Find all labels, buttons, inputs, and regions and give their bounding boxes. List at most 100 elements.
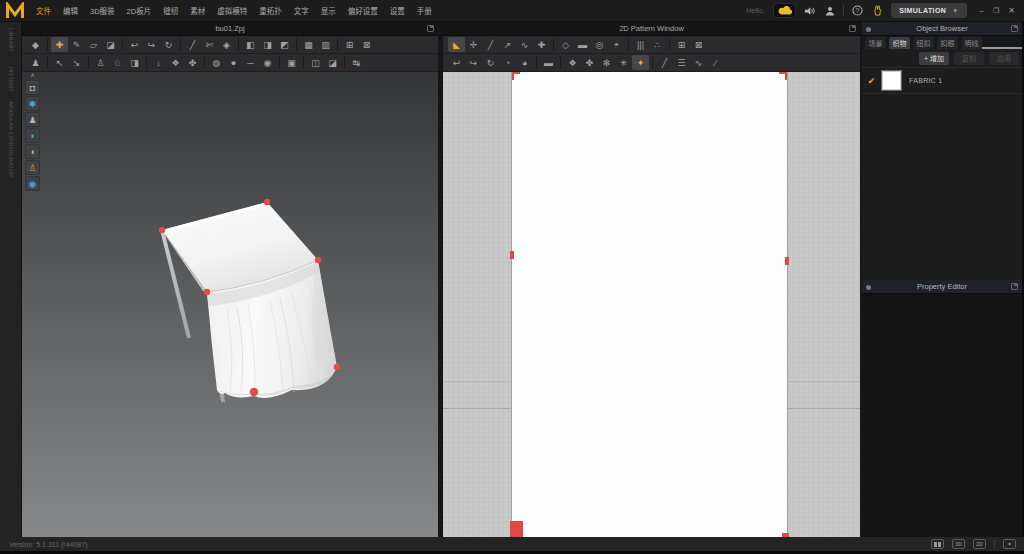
texture-edit-icon[interactable]: ✦ <box>632 55 649 70</box>
dart-icon[interactable]: ◓ <box>608 37 625 52</box>
menu-item-8[interactable]: 文字 <box>288 5 315 16</box>
viewport-3d[interactable]: ∧◘✱♟◗◖♙◉ <box>22 72 438 537</box>
fabric-check-icon[interactable]: ✔ <box>862 76 881 86</box>
document-tab[interactable]: bu01.Zpj <box>215 24 244 33</box>
plane-a-icon[interactable]: ◫ <box>307 55 324 70</box>
pin-roof-front[interactable] <box>204 289 210 295</box>
collapse-toolbar-icon[interactable]: ∧ <box>30 72 34 79</box>
detach-pe-icon[interactable] <box>1011 283 1018 290</box>
minimize-button[interactable]: – <box>980 6 984 15</box>
fabric-a-icon[interactable]: ❖ <box>564 55 581 70</box>
simulation-button[interactable]: SIMULATION ▼ <box>891 3 966 18</box>
measure-icon[interactable]: ↹ <box>348 55 365 70</box>
arrange-b-icon[interactable]: ↘ <box>68 55 85 70</box>
show-cloth-blue-icon[interactable]: ◗ <box>25 128 40 143</box>
menu-item-7[interactable]: 重拓扑 <box>253 5 288 16</box>
mannequin-b-icon[interactable]: ♘ <box>109 55 126 70</box>
polygon-icon[interactable]: ◇ <box>557 37 574 52</box>
2d-view-button[interactable]: 2D <box>973 539 986 549</box>
arrange-a-icon[interactable]: ↖ <box>51 55 68 70</box>
show-head-icon[interactable]: ♙ <box>25 160 40 175</box>
fabric-swatch[interactable] <box>881 70 902 91</box>
notch-icon[interactable]: ▬ <box>540 55 557 70</box>
ob-tab-2[interactable]: 纽扣 <box>913 37 934 49</box>
pin-roof-left[interactable] <box>159 227 165 233</box>
select-move-icon[interactable]: ✚ <box>51 37 68 52</box>
pin-down-icon[interactable]: ↓ <box>150 55 167 70</box>
sew-2d-c-icon[interactable]: ↻ <box>482 55 499 70</box>
pin-pe-icon[interactable] <box>866 285 871 290</box>
menu-item-5[interactable]: 素材 <box>184 5 211 16</box>
curve-line-icon[interactable]: ∿ <box>690 55 707 70</box>
menu-item-10[interactable]: 偏好设置 <box>342 5 384 16</box>
pen-3d-icon[interactable]: ✎ <box>68 37 85 52</box>
menu-item-6[interactable]: 虚拟模特 <box>211 5 253 16</box>
close-button[interactable]: ✕ <box>1008 6 1015 15</box>
ob-tab-4[interactable]: 明线 <box>961 37 982 49</box>
viewport-2d[interactable] <box>443 72 860 537</box>
mannequin-c-icon[interactable]: ◨ <box>126 55 143 70</box>
pattern-piece[interactable] <box>511 72 788 537</box>
layer-a-icon[interactable]: ▦ <box>300 37 317 52</box>
circle-icon[interactable]: ◎ <box>591 37 608 52</box>
pattern-pin-bottom-left[interactable] <box>510 521 523 537</box>
slash-line-icon[interactable]: ⁄ <box>707 55 724 70</box>
rectangle-icon[interactable]: ▬ <box>574 37 591 52</box>
edit-curvature-icon[interactable]: ∿ <box>516 37 533 52</box>
dock-tab-modular-configurator[interactable]: MODULAR CONFIGURATOR <box>8 102 14 177</box>
edit-curve-icon[interactable]: ↗ <box>499 37 516 52</box>
menu-item-3[interactable]: 2D板片 <box>121 5 158 16</box>
fabric-b-icon[interactable]: ✤ <box>581 55 598 70</box>
cloth-b-icon[interactable]: ✤ <box>184 55 201 70</box>
restore-button[interactable]: ❐ <box>993 7 999 15</box>
tape-a-icon[interactable]: ◍ <box>208 55 225 70</box>
sew-free-icon[interactable]: ✄ <box>201 37 218 52</box>
gesture-hand-icon[interactable] <box>871 5 884 16</box>
wind-icon[interactable]: ◧ <box>242 37 259 52</box>
3d-view-button[interactable]: 3D <box>952 539 965 549</box>
seam-allowance-icon[interactable]: ∴ <box>649 37 666 52</box>
detach-3d-icon[interactable] <box>427 25 434 32</box>
plane-b-icon[interactable]: ◪ <box>324 55 341 70</box>
edit-point-icon[interactable]: ╱ <box>482 37 499 52</box>
menu-item-1[interactable]: 编辑 <box>57 5 84 16</box>
menu-item-4[interactable]: 缝纫 <box>157 5 184 16</box>
render-view-button[interactable]: ✦ <box>1003 539 1016 549</box>
fold-3d-icon[interactable]: ↻ <box>160 37 177 52</box>
menu-item-9[interactable]: 显示 <box>315 5 342 16</box>
grid-b-icon[interactable]: ⊠ <box>358 37 375 52</box>
solidify-icon[interactable]: ◩ <box>276 37 293 52</box>
rect-3d-icon[interactable]: ▱ <box>85 37 102 52</box>
fabric-row[interactable]: ✔FABRIC 1 <box>862 68 1022 94</box>
sew-segment-icon[interactable]: ╱ <box>184 37 201 52</box>
fold-arrangement-icon[interactable]: ↩ <box>126 37 143 52</box>
ob-button-0[interactable]: + 增加 <box>919 52 949 65</box>
ob-tab-1[interactable]: 织物 <box>889 37 910 49</box>
pin-cloth-bottom[interactable] <box>250 388 258 396</box>
add-point-icon[interactable]: ✚ <box>533 37 550 52</box>
line-a-icon[interactable]: ╱ <box>656 55 673 70</box>
show-garment-icon[interactable]: ◘ <box>25 80 40 95</box>
show-cloth-gray-icon[interactable]: ◖ <box>25 144 40 159</box>
menu-item-11[interactable]: 设置 <box>384 5 411 16</box>
ob-tab-0[interactable]: 场景 <box>865 37 886 49</box>
grid-a-icon[interactable]: ⊞ <box>341 37 358 52</box>
detach-ob-icon[interactable] <box>1011 25 1018 32</box>
menu-item-12[interactable]: 手册 <box>411 5 438 16</box>
pleats-icon[interactable]: ||| <box>632 37 649 52</box>
show-sphere-icon[interactable]: ◉ <box>25 176 40 191</box>
grid-2d-a-icon[interactable]: ⊞ <box>673 37 690 52</box>
ob-tab-3[interactable]: 扣眼 <box>937 37 958 49</box>
speaker-icon[interactable] <box>803 6 816 16</box>
grid-2d-b-icon[interactable]: ⊠ <box>690 37 707 52</box>
pin-roof-right[interactable] <box>315 257 321 263</box>
ob-button-2[interactable]: 应用 <box>989 52 1019 65</box>
pin-panel-icon[interactable] <box>866 27 871 32</box>
pin-roof-top[interactable] <box>264 199 270 205</box>
dock-tab-library[interactable]: LIBRARY <box>8 28 14 52</box>
transform-pattern-icon[interactable]: ◣ <box>448 37 465 52</box>
app-logo-icon[interactable] <box>0 0 30 22</box>
fold-angle-icon[interactable]: ↪ <box>143 37 160 52</box>
fabric-c-icon[interactable]: ✻ <box>598 55 615 70</box>
pin-cloth-right[interactable] <box>334 364 340 370</box>
